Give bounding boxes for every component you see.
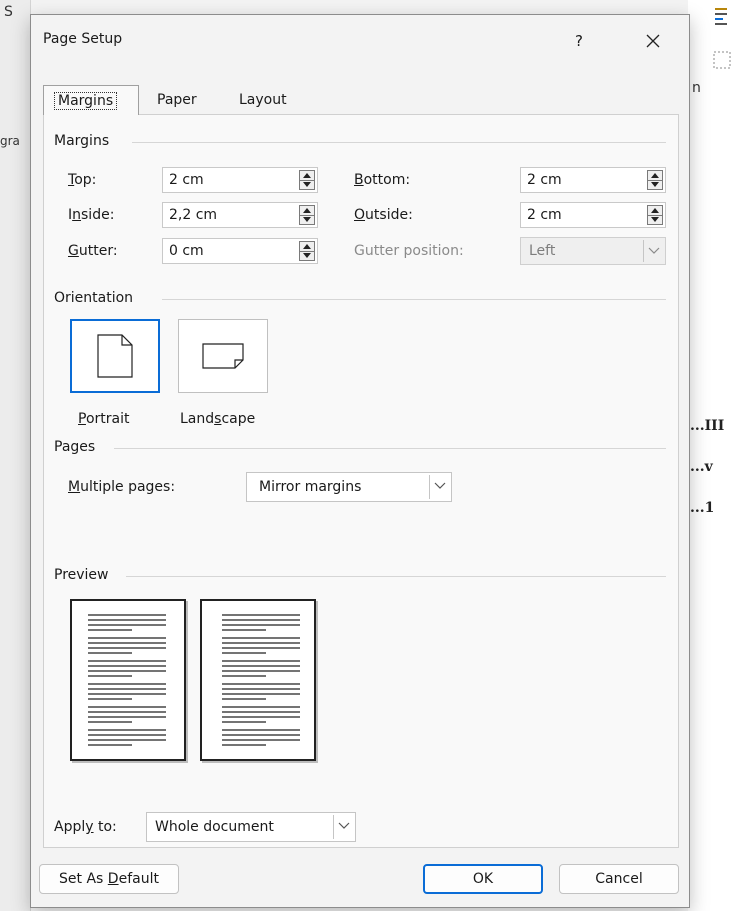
preview-left-page [70, 599, 186, 761]
inside-label: Inside: [68, 207, 115, 223]
pages-section-label: Pages [54, 439, 96, 455]
margins-tab-panel: Margins Top: 2 cm Bottom: 2 cm Inside: 2… [43, 114, 679, 848]
landscape-page-icon [202, 343, 244, 369]
spin-arrows-icon[interactable] [647, 205, 663, 225]
inside-margin-value: 2,2 cm [169, 207, 218, 223]
set-as-default-button[interactable]: Set As Default [39, 864, 179, 894]
bottom-margin-spinner[interactable]: 2 cm [520, 167, 666, 193]
outside-margin-spinner[interactable]: 2 cm [520, 202, 666, 228]
chevron-down-icon[interactable] [333, 815, 353, 839]
apply-to-select[interactable]: Whole document [146, 812, 356, 842]
outside-label: Outside: [354, 207, 413, 223]
title-bar: Page Setup ? [31, 15, 689, 67]
top-margin-value: 2 cm [169, 172, 204, 188]
preview-section-label: Preview [54, 567, 109, 583]
section-divider [132, 142, 666, 143]
multiple-pages-select[interactable]: Mirror margins [246, 472, 452, 502]
cancel-button[interactable]: Cancel [559, 864, 679, 894]
tab-margins[interactable]: Margins [43, 85, 139, 115]
portrait-page-icon [97, 334, 133, 378]
bg-fragment: gra [0, 134, 20, 148]
tab-layout[interactable]: Layout [229, 85, 311, 115]
chevron-down-icon[interactable] [429, 475, 449, 499]
ok-button[interactable]: OK [423, 864, 543, 894]
bg-fragment: n [692, 80, 701, 96]
apply-to-label: Apply to: [54, 819, 117, 835]
chevron-down-icon [643, 240, 663, 262]
bg-toc-line: ...v [690, 459, 713, 475]
gutter-value: 0 cm [169, 243, 204, 259]
gutter-spinner[interactable]: 0 cm [162, 238, 318, 264]
help-button[interactable]: ? [559, 27, 599, 55]
spin-arrows-icon[interactable] [299, 241, 315, 261]
gutter-position-label: Gutter position: [354, 243, 464, 259]
right-background-strip [688, 0, 739, 911]
inside-margin-spinner[interactable]: 2,2 cm [162, 202, 318, 228]
gutter-position-value: Left [529, 243, 556, 259]
ribbon-icon[interactable] [712, 50, 734, 72]
top-label: Top: [68, 172, 97, 188]
page-setup-dialog: Page Setup ? Margins Paper Layout Margin… [30, 14, 690, 908]
bottom-margin-value: 2 cm [527, 172, 562, 188]
margins-section-label: Margins [54, 133, 110, 149]
bottom-label: Bottom: [354, 172, 411, 188]
gutter-position-combo: Left [520, 237, 666, 265]
spin-arrows-icon[interactable] [299, 205, 315, 225]
tab-label: Margins [54, 92, 118, 110]
dialog-title: Page Setup [43, 31, 123, 47]
preview-right-page [200, 599, 316, 761]
close-icon [646, 34, 660, 48]
orientation-section-label: Orientation [54, 290, 134, 306]
tab-paper[interactable]: Paper [147, 85, 221, 115]
tab-label: Layout [239, 92, 287, 108]
multiple-pages-label: Multiple pages: [68, 479, 176, 495]
tab-label: Paper [157, 92, 197, 108]
gutter-label: Gutter: [68, 243, 118, 259]
section-divider [126, 576, 666, 577]
close-button[interactable] [631, 27, 675, 55]
portrait-button[interactable] [70, 319, 160, 393]
outside-margin-value: 2 cm [527, 207, 562, 223]
bg-toc-line: ...1 [690, 500, 715, 516]
section-divider [162, 299, 666, 300]
section-divider [114, 448, 666, 449]
landscape-label: Landscape [180, 411, 256, 427]
portrait-label: Portrait [78, 411, 130, 427]
apply-to-value: Whole document [155, 819, 274, 835]
landscape-button[interactable] [178, 319, 268, 393]
ribbon-icon[interactable] [712, 6, 732, 34]
top-margin-spinner[interactable]: 2 cm [162, 167, 318, 193]
preview-text-lines [88, 614, 166, 746]
preview-text-lines [222, 614, 300, 746]
multiple-pages-value: Mirror margins [259, 479, 362, 495]
spin-arrows-icon[interactable] [647, 170, 663, 190]
bg-fragment: S [4, 4, 13, 20]
spin-arrows-icon[interactable] [299, 170, 315, 190]
bg-toc-line: ...III [690, 418, 725, 434]
